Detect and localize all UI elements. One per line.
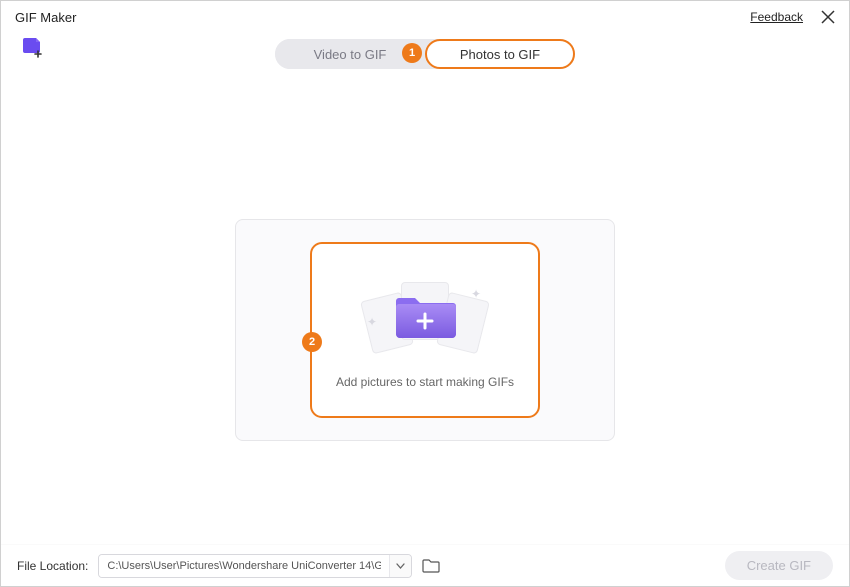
folder-icon — [422, 558, 440, 573]
drop-zone[interactable]: 2 ✦ ✦ — [310, 242, 540, 418]
file-location-dropdown[interactable] — [389, 555, 411, 577]
annotation-badge-2: 2 — [302, 332, 322, 352]
titlebar: GIF Maker Feedback — [1, 1, 849, 33]
sparkle-icon: ✦ — [471, 287, 481, 301]
tab-photos-to-gif[interactable]: Photos to GIF — [425, 39, 575, 69]
app-logo-icon — [21, 35, 45, 64]
annotation-badge-1: 1 — [402, 43, 422, 63]
file-location-field — [98, 554, 412, 578]
drop-prompt-text: Add pictures to start making GIFs — [336, 375, 514, 389]
mode-switch: Video to GIF Photos to GIF — [275, 39, 575, 69]
sparkle-icon: ✦ — [367, 315, 377, 329]
browse-folder-button[interactable] — [422, 558, 440, 573]
toolbar: Video to GIF Photos to GIF — [1, 33, 849, 75]
close-icon — [821, 10, 835, 24]
window-title: GIF Maker — [15, 10, 76, 25]
create-gif-button[interactable]: Create GIF — [725, 551, 833, 580]
folder-plus-icon — [394, 290, 456, 340]
feedback-link[interactable]: Feedback — [750, 10, 803, 24]
main-area: 2 ✦ ✦ — [1, 75, 849, 545]
folder-graphic: ✦ ✦ — [355, 271, 495, 359]
drop-card: 2 ✦ ✦ — [235, 219, 615, 441]
footer: File Location: Create GIF — [1, 544, 849, 586]
chevron-down-icon — [396, 563, 405, 569]
file-location-label: File Location: — [17, 559, 88, 573]
close-button[interactable] — [821, 10, 835, 24]
titlebar-actions: Feedback — [750, 10, 835, 24]
file-location-input[interactable] — [99, 555, 389, 577]
